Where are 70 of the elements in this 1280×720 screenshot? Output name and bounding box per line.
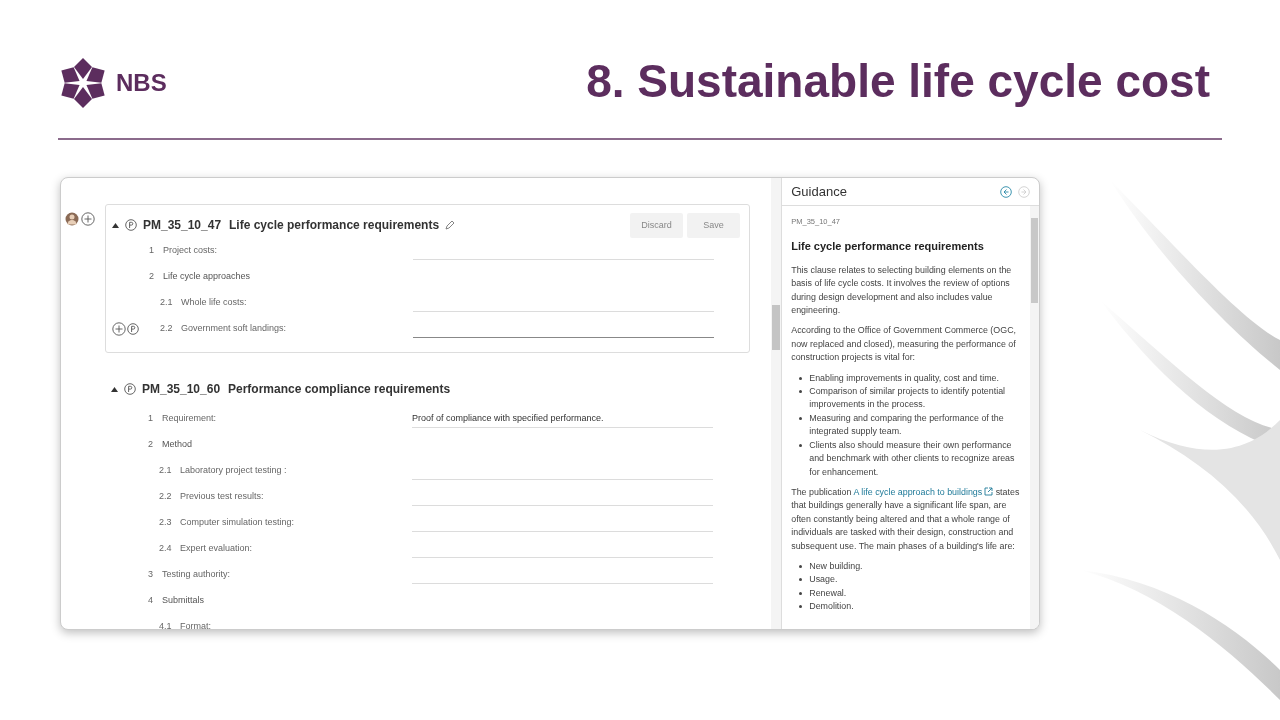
- item-number: 1: [148, 412, 154, 426]
- clause-title: Performance compliance requirements: [228, 381, 451, 398]
- item-number: 2: [149, 270, 155, 284]
- list-item: New building.: [809, 559, 863, 573]
- clause-title: Life cycle performance requirements: [229, 217, 440, 234]
- item-label: Expert evaluation:: [180, 542, 253, 556]
- action-button[interactable]: Discard: [630, 213, 683, 238]
- item-label: Laboratory project testing :: [180, 464, 287, 478]
- scrollbar[interactable]: [1030, 206, 1039, 629]
- guidance-paragraph: The publication A life cycle approach to buildings states that buildings generally have a significant life span, are often constantly being altered and that a whole range of individuals are tasked with their design, construction and subsequent use. The main phases of a building's life are:: [791, 485, 1021, 553]
- item-label: Submittals: [162, 594, 205, 608]
- item-label: Government soft landings:: [181, 322, 287, 336]
- item-number: 2.1: [159, 464, 173, 478]
- item-label: Requirement:: [162, 412, 217, 426]
- item-label: Life cycle approaches: [163, 270, 251, 284]
- item-number: 1: [149, 244, 155, 258]
- collapse-icon[interactable]: [112, 222, 119, 228]
- action-button[interactable]: Save: [687, 213, 740, 238]
- bullet-icon: [799, 564, 803, 568]
- list-item: Clients also should measure their own performance and benchmark with other clients to recognize areas for enhancement.: [809, 438, 1016, 479]
- item-number: 3: [148, 568, 154, 582]
- list-item: Measuring and comparing the performance of the integrated supply team.: [809, 411, 1005, 439]
- bullet-icon: [799, 416, 803, 420]
- list-item: Usage.: [809, 573, 838, 587]
- bullet-icon: [799, 390, 803, 394]
- list-item: Comparison of similar projects to identify potential improvements in the process.: [809, 385, 1007, 412]
- clause-code: PM_35_10_60: [142, 381, 222, 398]
- external-link-icon[interactable]: [984, 486, 994, 496]
- item-label: Testing authority:: [162, 568, 231, 582]
- item-number: 2.4: [159, 542, 173, 556]
- scrollbar[interactable]: [771, 178, 782, 629]
- item-number: 2.3: [159, 516, 173, 530]
- item-number: 2.1: [160, 296, 174, 310]
- bullet-icon: [799, 591, 803, 595]
- item-label: Format:: [180, 620, 211, 629]
- bullet-icon: [799, 578, 803, 582]
- add-icon[interactable]: [81, 212, 95, 226]
- p-circle-icon[interactable]: [125, 219, 137, 231]
- list-item: Enabling improvements in quality, cost and time.: [809, 371, 999, 385]
- guidance-title: Guidance: [791, 182, 847, 201]
- input-field[interactable]: Proof of compliance with specified performance.: [412, 410, 713, 428]
- guidance-heading: Life cycle performance requirements: [791, 240, 985, 254]
- item-label: Method: [162, 438, 193, 452]
- item-number: 2.2: [160, 322, 174, 336]
- list-item: Renewal.: [809, 586, 847, 600]
- avatar-icon: [65, 212, 79, 226]
- collapse-icon[interactable]: [111, 386, 118, 392]
- item-number: 4: [148, 594, 154, 608]
- publication-link[interactable]: A life cycle approach to buildings: [853, 486, 994, 497]
- bullet-icon: [799, 443, 803, 447]
- p-circle-icon[interactable]: [124, 383, 136, 395]
- item-label: Project costs:: [163, 244, 218, 258]
- guidance-paragraph: According to the Office of Government Commerce (OGC, now replaced and closed), measuring the performance of construction projects is vital for:: [791, 324, 1017, 365]
- add-icon[interactable]: [112, 322, 126, 336]
- item-label: Computer simulation testing:: [180, 516, 295, 530]
- item-number: 4.1: [159, 620, 173, 629]
- guidance-paragraph: This clause relates to selecting building elements on the basis of life cycle costs. It involves the review of options during design development and also includes value engineering.: [791, 263, 1013, 318]
- list-item: Demolition.: [809, 600, 854, 614]
- logo-icon: [58, 58, 108, 108]
- item-number: 2: [148, 438, 154, 452]
- clause-code: PM_35_10_47: [143, 217, 223, 234]
- logo-text: NBS: [116, 68, 167, 98]
- item-number: 2.2: [159, 490, 173, 504]
- p-circle-icon[interactable]: [127, 323, 139, 335]
- pencil-icon[interactable]: [445, 220, 456, 230]
- item-label: Previous test results:: [180, 490, 264, 504]
- bullet-icon: [799, 605, 803, 609]
- item-label: Whole life costs:: [181, 296, 247, 310]
- bullet-icon: [799, 376, 803, 380]
- back-arrow-icon[interactable]: [1000, 185, 1012, 198]
